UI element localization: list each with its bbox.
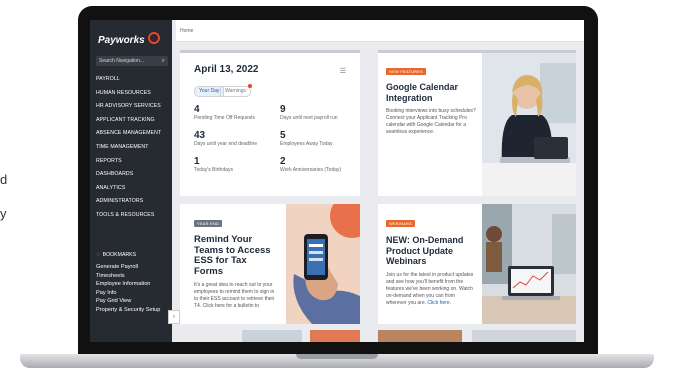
stat-work-anniversaries[interactable]: 2 Work Anniversaries (Today) [280, 156, 360, 174]
sidebar-item-analytics[interactable]: ANALYTICS [96, 182, 161, 196]
bookmark-generate-payroll[interactable]: Generate Payroll [96, 263, 160, 272]
sidebar-item-payroll[interactable]: PAYROLL [96, 73, 161, 87]
sidebar-item-tools[interactable]: TOOLS & RESOURCES [96, 209, 161, 223]
stat-days-until-payroll[interactable]: 9 Days until next payroll run [280, 104, 360, 122]
next-card-peek [472, 330, 576, 342]
sidebar-item-hr-advisory[interactable]: HR ADVISORY SERVICES [96, 100, 161, 114]
app-screen: Payworks Search Navigation... ⌕ PAYROLL H… [90, 20, 584, 342]
logo-ring-icon [147, 32, 160, 44]
bookmark-timesheets[interactable]: Timesheets [96, 272, 160, 281]
bookmark-property-security[interactable]: Property & Security Setup [96, 306, 160, 315]
bookmark-pay-grid-view[interactable]: Pay Grid View [96, 297, 160, 306]
webinars-badge: WEBINARS [386, 220, 415, 227]
webinar-body: Join us for the latest in product update… [386, 271, 474, 306]
next-card-peek [378, 330, 462, 342]
sidebar-item-time-management[interactable]: TIME MANAGEMENT [96, 141, 161, 155]
main-content: Home April 13, 2022 ☰ Your Day Warnings … [172, 20, 584, 342]
google-calendar-card[interactable]: NEW FEATURES Google Calendar Integration… [378, 50, 576, 196]
your-day-card: April 13, 2022 ☰ Your Day Warnings 4 Pend… [180, 50, 360, 196]
breadcrumb[interactable]: Home [176, 20, 584, 42]
new-features-badge: NEW FEATURES [386, 68, 426, 75]
current-date: April 13, 2022 [194, 64, 259, 75]
sidebar: Payworks Search Navigation... ⌕ PAYROLL H… [90, 20, 172, 342]
sidebar-item-dashboards[interactable]: DASHBOARDS [96, 168, 161, 182]
stat-year-end-deadline[interactable]: 43 Days until year end deadline [194, 130, 274, 148]
search-input[interactable]: Search Navigation... ⌕ [96, 56, 168, 66]
gcal-title: Google Calendar Integration [386, 82, 459, 103]
year-end-badge: YEAR END [194, 220, 223, 227]
bookmarks-list: Generate Payroll Timesheets Employee Inf… [96, 263, 160, 314]
gcal-body: Booking interviews into busy schedules? … [386, 108, 476, 135]
stat-employees-away[interactable]: 5 Employees Away Today [280, 130, 360, 148]
woman-at-laptop-image [482, 53, 576, 196]
sidebar-item-reports[interactable]: REPORTS [96, 155, 161, 169]
stat-birthdays[interactable]: 1 Today's Birthdays [194, 156, 274, 174]
office-laptop-image [482, 204, 576, 324]
stat-pending-time-off[interactable]: 4 Pending Time Off Requests [194, 104, 274, 122]
click-here-link[interactable]: Click here. [427, 300, 451, 306]
tab-warnings[interactable]: Warnings [220, 86, 251, 97]
ess-body: It's a great idea to reach out to your e… [194, 282, 275, 309]
card-top-bar [180, 50, 360, 53]
bookmarks-heading: ☆ BOOKMARKS [96, 252, 137, 258]
webinars-card[interactable]: WEBINARS NEW: On-Demand Product Update W… [378, 204, 576, 324]
search-icon: ⌕ [161, 58, 165, 64]
hand-holding-phone-image [286, 204, 360, 324]
bookmark-employee-information[interactable]: Employee Information [96, 280, 160, 289]
cropped-side-text: y [0, 206, 7, 221]
laptop-notch [296, 354, 378, 359]
next-card-peek [310, 330, 360, 342]
cropped-side-text: d [0, 172, 8, 187]
sidebar-item-absence-management[interactable]: ABSENCE MANAGEMENT [96, 127, 161, 141]
sidebar-item-human-resources[interactable]: HUMAN RESOURCES [96, 87, 161, 101]
ess-tax-forms-card[interactable]: YEAR END Remind Your Teams to Access ESS… [180, 204, 360, 324]
sidebar-item-administrators[interactable]: ADMINISTRATORS [96, 195, 161, 209]
sidebar-menu: PAYROLL HUMAN RESOURCES HR ADVISORY SERV… [96, 73, 161, 223]
ess-title: Remind Your Teams to Access ESS for Tax … [194, 234, 271, 277]
sidebar-item-applicant-tracking[interactable]: APPLICANT TRACKING [96, 114, 161, 128]
filter-icon[interactable]: ☰ [340, 67, 346, 75]
app-logo[interactable]: Payworks [98, 32, 160, 46]
warning-dot-icon [248, 84, 252, 88]
next-card-peek [242, 330, 302, 342]
webinar-title: NEW: On-Demand Product Update Webinars [386, 235, 464, 266]
bookmark-pay-info[interactable]: Pay Info [96, 289, 160, 298]
bookmark-icon: ☆ [96, 252, 101, 258]
